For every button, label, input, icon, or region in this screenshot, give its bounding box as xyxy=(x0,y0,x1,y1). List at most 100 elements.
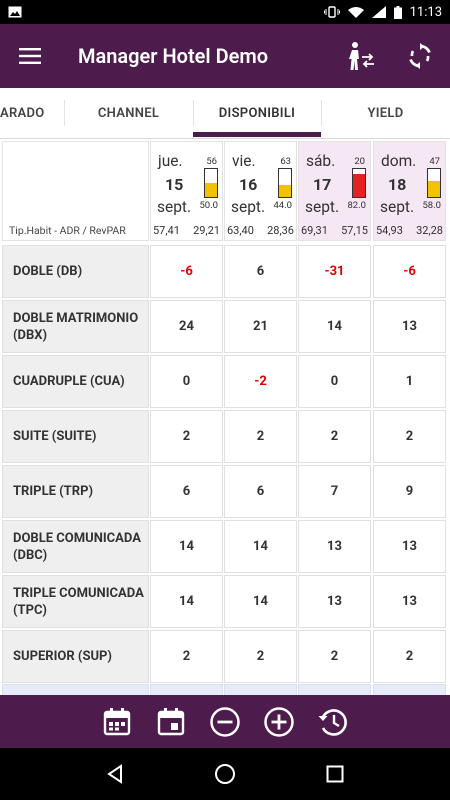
table-row: DOBLE (DB) -6 6 -31 -6 xyxy=(0,245,450,298)
occupancy-bar-fill xyxy=(353,174,365,197)
availability-cell[interactable]: 14 xyxy=(224,520,297,573)
availability-grid[interactable]: Tip.Habit - ADR / RevPAR jue. 15 sept. 56 50… xyxy=(0,139,450,695)
clock: 11:13 xyxy=(409,4,442,20)
recents-button[interactable] xyxy=(315,754,355,794)
grid-corner-cell: Tip.Habit - ADR / RevPAR xyxy=(2,141,149,241)
availability-cell[interactable]: 13 xyxy=(298,520,371,573)
app-bar: Manager Hotel Demo xyxy=(0,24,450,88)
availability-cell[interactable]: -6 xyxy=(150,245,223,298)
availability-cell[interactable]: 2 xyxy=(224,630,297,683)
availability-cell[interactable]: 6 xyxy=(150,465,223,518)
room-type-label[interactable]: CUADRUPLE (CUA) xyxy=(2,355,149,408)
calendar-range-button[interactable] xyxy=(100,705,134,739)
date-header-cell[interactable]: sáb. 17 sept. 20 82.0 69,31 57,15 xyxy=(298,141,371,241)
refresh-icon xyxy=(409,43,431,69)
occupancy-bar-fill xyxy=(205,183,217,197)
availability-cell[interactable]: 13 xyxy=(373,520,446,573)
month-label: sept. xyxy=(380,198,415,216)
room-type-label[interactable]: SUPERIOR (SUP) xyxy=(2,630,149,683)
availability-cell[interactable]: 2 xyxy=(373,410,446,463)
availability-cell[interactable]: 1 xyxy=(373,355,446,408)
history-icon xyxy=(318,708,347,736)
available-rooms-count: 47 xyxy=(429,156,440,167)
refresh-button[interactable] xyxy=(390,24,450,88)
availability-cell[interactable]: 2 xyxy=(373,630,446,683)
page-title: Manager Hotel Demo xyxy=(78,44,269,68)
availability-cell[interactable]: 6 xyxy=(224,465,297,518)
adr-value: 57,41 xyxy=(153,224,180,237)
room-type-label[interactable]: TRIPLE (TRP) xyxy=(2,465,149,518)
availability-cell[interactable]: 2 xyxy=(150,630,223,683)
availability-cell[interactable]: -31 xyxy=(298,245,371,298)
availability-cell[interactable]: 2 xyxy=(298,410,371,463)
availability-cell[interactable]: 21 xyxy=(224,300,297,353)
availability-cell[interactable]: 0 xyxy=(298,355,371,408)
tab-tarifario[interactable]: ARADO xyxy=(0,88,64,138)
adr-value: 69,31 xyxy=(301,224,328,237)
occupancy-percent: 58.0 xyxy=(422,200,441,211)
availability-cell[interactable]: 14 xyxy=(150,520,223,573)
available-rooms-count: 56 xyxy=(206,156,217,167)
hamburger-menu-icon xyxy=(19,48,41,64)
table-row: TRIPLE (TRP) 6 6 7 9 xyxy=(0,465,450,518)
date-header-cell[interactable]: dom. 18 sept. 47 58.0 54,93 32,28 xyxy=(373,141,446,241)
day-number: 15 xyxy=(165,175,184,194)
weekday-label: vie. xyxy=(232,152,256,170)
day-number: 18 xyxy=(388,175,407,194)
availability-cell[interactable]: 14 xyxy=(298,300,371,353)
zoom-in-button[interactable] xyxy=(262,705,296,739)
availability-cell[interactable]: -2 xyxy=(224,355,297,408)
room-type-label[interactable]: TRIPLE COMUNICADA (TPC) xyxy=(2,575,149,628)
availability-cell[interactable]: 6 xyxy=(224,245,297,298)
availability-cell[interactable]: 9 xyxy=(373,465,446,518)
availability-cell[interactable]: 14 xyxy=(150,575,223,628)
battery-icon xyxy=(393,5,402,19)
home-icon xyxy=(215,764,235,784)
month-label: sept. xyxy=(231,198,266,216)
menu-button[interactable] xyxy=(0,24,60,88)
availability-cell[interactable]: 2 xyxy=(150,410,223,463)
occupancy-bar xyxy=(278,168,292,198)
availability-cell[interactable]: 0 xyxy=(150,355,223,408)
revpar-value: 29,21 xyxy=(193,224,220,237)
back-icon xyxy=(107,764,122,784)
availability-cell[interactable]: -6 xyxy=(373,245,446,298)
occupancy-bar xyxy=(352,168,366,198)
availability-cell[interactable]: 13 xyxy=(298,575,371,628)
occupancy-percent: 50.0 xyxy=(199,200,218,211)
zoom-in-icon xyxy=(264,706,294,737)
back-button[interactable] xyxy=(95,754,135,794)
day-number: 16 xyxy=(239,175,258,194)
bottom-toolbar xyxy=(0,695,450,748)
revpar-value: 32,28 xyxy=(416,224,443,237)
tab-yield[interactable]: YIELD xyxy=(321,88,450,138)
history-button[interactable] xyxy=(316,705,350,739)
availability-cell[interactable]: 13 xyxy=(373,575,446,628)
room-type-label[interactable]: DOBLE (DB) xyxy=(2,245,149,298)
hotel-staff-button[interactable] xyxy=(330,24,390,88)
tab-channel[interactable]: CHANNEL xyxy=(64,88,193,138)
home-button[interactable] xyxy=(205,754,245,794)
occupancy-bar xyxy=(204,168,218,198)
room-type-label[interactable]: DOBLE COMUNICADA (DBC) xyxy=(2,520,149,573)
table-row: SUPERIOR (SUP) 2 2 2 2 xyxy=(0,630,450,683)
availability-cell[interactable]: 2 xyxy=(298,630,371,683)
zoom-out-button[interactable] xyxy=(208,705,242,739)
availability-cell[interactable]: 24 xyxy=(150,300,223,353)
available-rooms-count: 20 xyxy=(354,156,365,167)
availability-cell[interactable]: 13 xyxy=(373,300,446,353)
room-type-label[interactable]: SUITE (SUITE) xyxy=(2,410,149,463)
signal-icon xyxy=(371,6,386,18)
room-type-label[interactable]: DOBLE MATRIMONIO (DBX) xyxy=(2,300,149,353)
date-header-cell[interactable]: jue. 15 sept. 56 50.0 57,41 29,21 xyxy=(150,141,223,241)
date-header-cell[interactable]: vie. 16 sept. 63 44.0 63,40 28,36 xyxy=(224,141,297,241)
availability-cell[interactable]: 14 xyxy=(224,575,297,628)
availability-cell[interactable]: 7 xyxy=(298,465,371,518)
date-header-row: Tip.Habit - ADR / RevPAR jue. 15 sept. 56 50… xyxy=(0,141,450,241)
calendar-button[interactable] xyxy=(154,705,188,739)
occupancy-bar xyxy=(427,168,441,198)
recents-icon xyxy=(326,765,344,783)
available-rooms-count: 63 xyxy=(280,156,291,167)
image-icon xyxy=(8,6,22,18)
availability-cell[interactable]: 2 xyxy=(224,410,297,463)
